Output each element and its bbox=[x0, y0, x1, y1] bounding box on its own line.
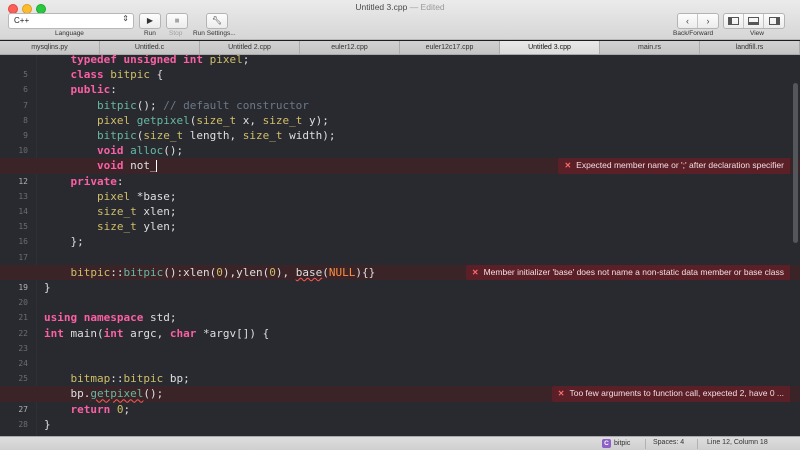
code-line[interactable]: 7 public: bbox=[0, 82, 800, 109]
symbol-name: bitpic bbox=[614, 440, 631, 447]
code-line[interactable]: 10 bitpic(size_t length, size_t width); bbox=[0, 128, 800, 155]
select-arrows-icon: ⇕ bbox=[122, 14, 129, 23]
stop-icon: ■ bbox=[174, 16, 180, 25]
tab-untitled-2-cpp[interactable]: Untitled 2.cpp bbox=[200, 41, 300, 54]
code-line-error[interactable]: 12 void not_ ✕ Expected member name or ';… bbox=[0, 158, 800, 186]
sidebar-right-icon bbox=[768, 16, 780, 25]
back-button[interactable]: ‹ bbox=[678, 14, 698, 28]
code-line[interactable]: 17 }; bbox=[0, 234, 800, 261]
toggle-console-button[interactable] bbox=[744, 14, 764, 28]
window-toolbar: Untitled 3.cpp — Edited C++ ⇕ Language ▶… bbox=[0, 0, 800, 40]
error-x-icon: ✕ bbox=[471, 267, 479, 277]
code-line[interactable]: 25 bbox=[0, 356, 800, 383]
vertical-scrollbar[interactable] bbox=[793, 83, 798, 243]
stop-button[interactable]: ■ bbox=[166, 13, 188, 29]
code-line[interactable]: } bbox=[0, 417, 800, 432]
code-line[interactable]: 8 bitpic(); // default constructor bbox=[0, 98, 800, 125]
tab-untitled-3-cpp[interactable]: Untitled 3.cpp bbox=[500, 41, 600, 54]
code-editor[interactable]: 5 typedef unsigned int pixel; 6 class bi… bbox=[0, 55, 800, 436]
status-divider bbox=[697, 439, 698, 449]
sidebar-left-icon bbox=[728, 16, 739, 25]
language-select[interactable]: C++ ⇕ bbox=[8, 13, 134, 29]
chevron-right-icon: › bbox=[706, 16, 710, 26]
error-message[interactable]: ✕ Too few arguments to function call, exp… bbox=[551, 386, 790, 402]
code-line[interactable]: 23 int main(int argc, char *argv[]) { bbox=[0, 326, 800, 353]
code-line[interactable]: 9 pixel getpixel(size_t x, size_t y); bbox=[0, 113, 800, 140]
status-bar: Cbitpic Spaces: 4 Line 12, Column 18 bbox=[0, 436, 800, 450]
code-line[interactable]: 5 typedef unsigned int pixel; bbox=[0, 55, 800, 79]
play-icon: ▶ bbox=[146, 16, 154, 25]
run-settings-button[interactable]: 🔧︎ bbox=[206, 13, 228, 29]
view-control bbox=[723, 13, 785, 29]
code-line[interactable]: 11 void alloc(); bbox=[0, 143, 800, 170]
code-line[interactable]: 6 class bitpic { bbox=[0, 67, 800, 94]
forward-button[interactable]: › bbox=[698, 14, 718, 28]
run-caption: Run bbox=[144, 30, 156, 37]
code-line-error[interactable]: 27 bp.getpixel(); ✕ Too few arguments to … bbox=[0, 386, 800, 414]
code-line[interactable]: 22 using namespace std; bbox=[0, 310, 800, 337]
language-value: C++ bbox=[14, 16, 30, 25]
indentation-setting[interactable]: Spaces: 4 bbox=[653, 439, 684, 446]
error-message[interactable]: ✕ Member initializer 'base' does not name… bbox=[465, 264, 790, 280]
tab-euler12-cpp[interactable]: euler12.cpp bbox=[300, 41, 400, 54]
panel-bottom-icon bbox=[748, 16, 759, 25]
code-line[interactable]: 26 bitmap::bitpic bp; bbox=[0, 371, 800, 398]
code-line[interactable]: 20 } bbox=[0, 280, 800, 307]
wrench-icon: 🔧︎ bbox=[211, 16, 223, 25]
code-line[interactable]: 21 bbox=[0, 295, 800, 322]
tab-landfill-rs[interactable]: landfill.rs bbox=[700, 41, 800, 54]
stop-caption: Stop bbox=[169, 30, 183, 37]
run-settings-caption: Run Settings... bbox=[193, 30, 236, 37]
tab-main-rs[interactable]: main.rs bbox=[600, 41, 700, 54]
error-x-icon: ✕ bbox=[557, 389, 565, 399]
tab-euler12c17-cpp[interactable]: euler12c17.cpp bbox=[400, 41, 500, 54]
text-cursor bbox=[155, 160, 157, 173]
language-caption: Language bbox=[55, 30, 84, 37]
code-line[interactable]: 16 size_t ylen; bbox=[0, 219, 800, 246]
class-symbol-icon: C bbox=[602, 439, 611, 448]
chevron-left-icon: ‹ bbox=[686, 16, 689, 26]
error-x-icon: ✕ bbox=[564, 161, 572, 171]
back-forward-caption: Back/Forward bbox=[673, 30, 714, 37]
code-line[interactable]: 18 bbox=[0, 250, 800, 277]
edited-status: — Edited bbox=[409, 2, 445, 12]
tab-untitled-c[interactable]: Untitled.c bbox=[100, 41, 200, 54]
status-divider bbox=[645, 439, 646, 449]
code-line[interactable]: 14 pixel *base; bbox=[0, 189, 800, 216]
code-line[interactable]: 13 private: bbox=[0, 174, 800, 201]
error-message[interactable]: ✕ Expected member name or ';' after decla… bbox=[558, 158, 790, 174]
tab-bar: mysqlins.py Untitled.c Untitled 2.cpp eu… bbox=[0, 41, 800, 55]
tab-mysqlins-py[interactable]: mysqlins.py bbox=[0, 41, 100, 54]
code-line[interactable]: 24 bbox=[0, 341, 800, 368]
code-line[interactable]: 15 size_t xlen; bbox=[0, 204, 800, 231]
cursor-position: Line 12, Column 18 bbox=[707, 439, 768, 446]
run-button[interactable]: ▶ bbox=[139, 13, 161, 29]
back-forward-control: ‹ › bbox=[677, 13, 719, 29]
view-caption: View bbox=[750, 30, 764, 37]
code-line-error[interactable]: 19 bitpic::bitpic():xlen(0),ylen(0), bas… bbox=[0, 264, 800, 292]
error-text: Too few arguments to function call, expe… bbox=[569, 388, 784, 399]
code-line[interactable]: 28 return 0; bbox=[0, 402, 800, 429]
symbol-indicator[interactable]: Cbitpic bbox=[602, 439, 630, 448]
toggle-inspector-button[interactable] bbox=[764, 14, 784, 28]
error-text: Expected member name or ';' after declar… bbox=[576, 160, 784, 171]
window-title: Untitled 3.cpp — Edited bbox=[0, 2, 800, 12]
document-name: Untitled 3.cpp bbox=[355, 2, 408, 12]
toggle-navigator-button[interactable] bbox=[724, 14, 744, 28]
error-text: Member initializer 'base' does not name … bbox=[483, 266, 784, 277]
